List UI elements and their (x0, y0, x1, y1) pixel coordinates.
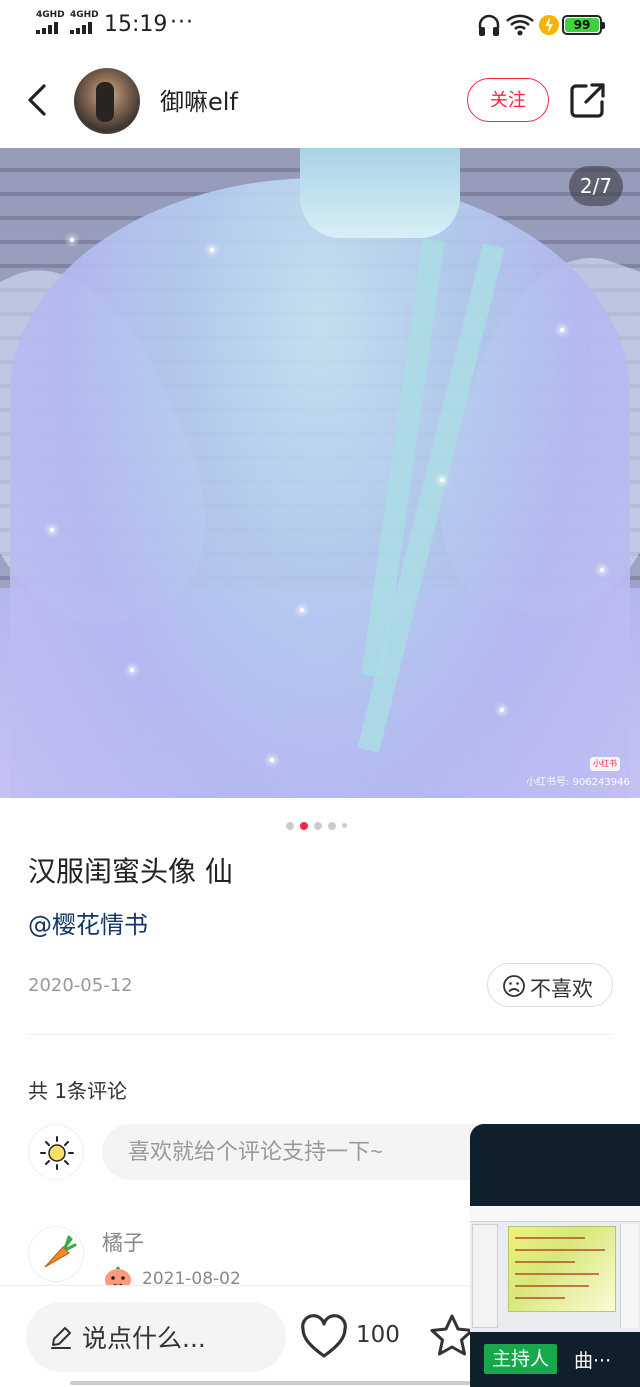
say-something-label: 说点什么... (82, 1324, 206, 1353)
heart-icon[interactable] (300, 1314, 348, 1360)
image-sparkle (500, 708, 504, 712)
battery-level: 99 (565, 18, 599, 32)
image-sparkle (300, 608, 304, 612)
headphones-icon (478, 14, 500, 36)
status-time: 15:19 (104, 12, 168, 37)
image-sparkle (130, 668, 134, 672)
commenter-name[interactable]: 橘子 (102, 1227, 144, 1257)
carousel-dot (328, 821, 336, 830)
host-name: 曲··· (574, 1350, 612, 1372)
like-count: 100 (356, 1322, 400, 1348)
author-avatar[interactable] (74, 68, 140, 134)
sad-face-icon (503, 975, 525, 997)
status-bar: 4GHD 4GHD 15:19 ··· 99 (0, 0, 640, 50)
carousel-dot (342, 823, 347, 828)
image-sparkle (560, 328, 564, 332)
comment-count: 共 1条评论 (28, 1079, 128, 1103)
signal-label-2: 4GHD (70, 10, 99, 20)
image-dress (10, 178, 630, 798)
image-sparkle (270, 758, 274, 762)
watermark-logo: 小红书 (590, 757, 620, 771)
follow-button[interactable]: 关注 (467, 78, 549, 122)
note-image[interactable] (0, 148, 640, 798)
pen-icon (51, 1327, 71, 1349)
back-icon[interactable] (20, 80, 56, 120)
shared-screen-preview (470, 1206, 640, 1332)
commenter-avatar[interactable] (28, 1226, 84, 1282)
carousel-dot (286, 821, 294, 830)
carousel-dot (314, 821, 322, 830)
image-sparkle (440, 478, 444, 482)
image-sparkle (70, 238, 74, 242)
sun-avatar-icon (40, 1136, 74, 1170)
carrot-avatar-icon (44, 1235, 77, 1268)
image-sparkle (210, 248, 214, 252)
signal-indicator-2: 4GHD (70, 10, 99, 34)
comment-input[interactable] (102, 1124, 522, 1180)
signal-label-1: 4GHD (36, 10, 65, 20)
carousel-indicator (286, 815, 353, 830)
image-page-counter: 2/7 (569, 166, 623, 206)
note-date: 2020-05-12 (28, 975, 133, 996)
charging-icon (539, 15, 559, 35)
image-bodice (300, 148, 460, 238)
mention-link[interactable]: @樱花情书 (28, 905, 148, 940)
share-icon[interactable] (568, 80, 608, 120)
signal-indicator-1: 4GHD (36, 10, 65, 34)
status-more: ··· (170, 10, 194, 35)
note-title: 汉服闺蜜头像 仙 (28, 855, 233, 888)
battery-indicator: 99 (562, 15, 605, 35)
preview-slide (508, 1226, 616, 1312)
preview-toolbar (470, 1206, 640, 1222)
host-badge: 主持人 (484, 1344, 558, 1374)
image-sparkle (50, 528, 54, 532)
dislike-label: 不喜欢 (530, 977, 593, 1001)
image-sparkle (600, 568, 604, 572)
wifi-icon (506, 14, 534, 36)
carousel-dot-active (300, 821, 308, 830)
divider (28, 1034, 612, 1035)
say-something-button[interactable]: 说点什么... (26, 1302, 286, 1372)
star-icon[interactable] (428, 1312, 476, 1360)
note-header: 御嘛elf 关注 (0, 50, 640, 148)
my-avatar (28, 1124, 84, 1180)
author-name[interactable]: 御嘛elf (160, 82, 238, 117)
watermark-text: 小红书号: 906243946 (526, 777, 630, 788)
dislike-button[interactable]: 不喜欢 (487, 963, 613, 1007)
preview-right-panel (620, 1224, 638, 1328)
floating-meeting-window[interactable]: 主持人 曲··· (470, 1124, 640, 1387)
preview-slide-panel (472, 1224, 498, 1328)
